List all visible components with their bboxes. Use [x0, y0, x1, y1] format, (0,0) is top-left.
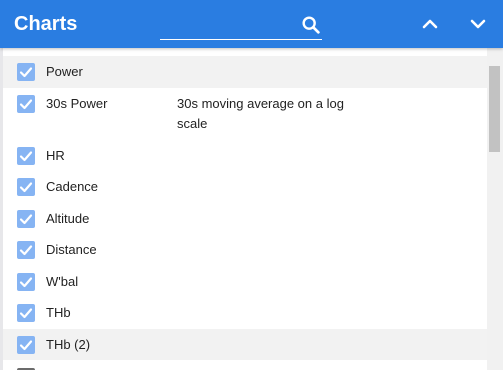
search-input[interactable]: [160, 12, 292, 38]
check-icon: [19, 245, 33, 256]
check-icon: [19, 182, 33, 193]
list-item[interactable]: W'bal: [3, 266, 487, 297]
chart-checkbox[interactable]: [17, 210, 35, 228]
chart-checkbox[interactable]: [17, 304, 35, 322]
chart-checkbox[interactable]: [17, 241, 35, 259]
panel-title: Charts: [14, 13, 78, 35]
chart-label: 30s Power: [46, 96, 108, 111]
chart-checkbox[interactable]: [17, 147, 35, 165]
chart-label: THb: [46, 305, 71, 320]
header-bar: Charts: [0, 0, 503, 48]
chevron-up-icon[interactable]: [418, 12, 442, 36]
check-icon: [19, 99, 33, 110]
check-icon: [19, 151, 33, 162]
chevron-down-icon[interactable]: [466, 12, 490, 36]
chart-label: Power: [46, 64, 83, 79]
list-item[interactable]: 30s Power 30s moving average on a log sca…: [3, 88, 487, 140]
list-item[interactable]: THb (2): [3, 329, 487, 360]
check-icon: [19, 214, 33, 225]
check-icon: [19, 67, 33, 78]
list-item[interactable]: THb: [3, 297, 487, 329]
chart-checkbox[interactable]: [17, 95, 35, 113]
list-item[interactable]: Power: [3, 56, 487, 88]
chart-label: W'bal: [46, 274, 79, 289]
chart-label: Cadence: [46, 179, 99, 194]
chart-label: Altitude: [46, 211, 90, 226]
scrollbar-thumb[interactable]: [489, 66, 500, 152]
chart-checkbox[interactable]: [17, 336, 35, 354]
list-item[interactable]: Altitude: [3, 203, 487, 234]
chart-list: Power 30s Power 30s moving average on a lo…: [3, 56, 487, 370]
charts-panel: Charts Power 30s Power 30s moving average …: [0, 0, 503, 370]
check-icon: [19, 340, 33, 351]
chart-description: 30s moving average on a log scale: [177, 96, 344, 131]
list-item[interactable]: [3, 361, 487, 370]
chart-label: Distance: [46, 242, 97, 257]
chart-label: THb (2): [46, 337, 91, 352]
vertical-scrollbar[interactable]: [487, 48, 503, 370]
chart-checkbox[interactable]: [17, 273, 35, 291]
chart-label: HR: [46, 148, 65, 163]
search-underline: [160, 39, 322, 40]
list-item[interactable]: HR: [3, 140, 487, 171]
chart-checkbox[interactable]: [17, 63, 35, 81]
chart-checkbox[interactable]: [17, 178, 35, 196]
list-item[interactable]: Distance: [3, 234, 487, 266]
check-icon: [19, 277, 33, 288]
search-box: [160, 10, 322, 40]
search-icon[interactable]: [300, 14, 322, 36]
list-item[interactable]: Cadence: [3, 171, 487, 203]
check-icon: [19, 308, 33, 319]
